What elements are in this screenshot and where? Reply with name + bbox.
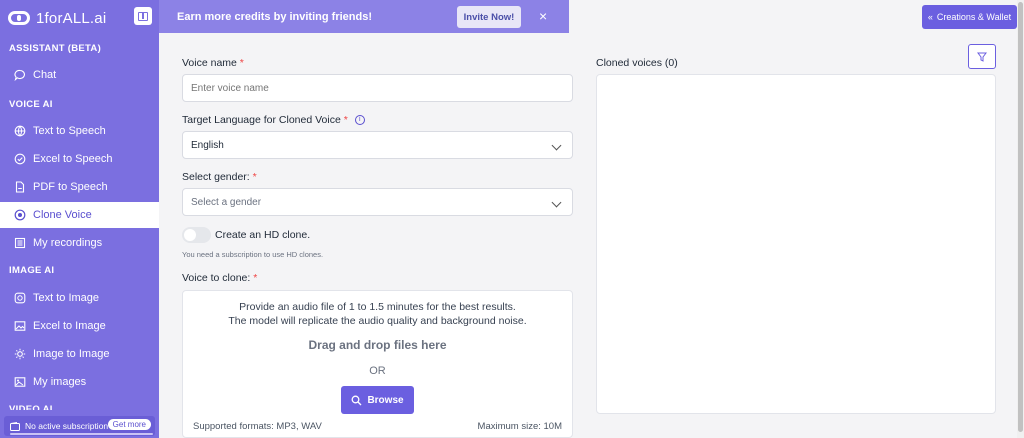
sidebar-item-my-recordings[interactable]: My recordings [0,230,159,256]
invite-banner: Earn more credits by inviting friends! I… [159,0,569,33]
chevrons-left-icon: « [927,12,933,22]
required-marker: * [239,57,244,69]
sidebar-item-label: Text to Image [33,292,100,304]
image-icon [14,321,26,331]
sidebar: 1forALL.ai ASSISTANT (BETA) Chat VOICE A… [0,0,159,438]
creations-wallet-button[interactable]: « Creations & Wallet [922,5,1017,29]
sidebar-item-my-images[interactable]: My images [0,369,159,395]
section-title-image: IMAGE AI [9,265,55,276]
scrollbar-thumb[interactable] [1018,2,1023,432]
filter-icon [977,52,987,62]
gender-label: Select gender: * [182,171,257,183]
panel-icon [138,11,148,21]
cloned-voices-list [596,74,996,414]
info-icon[interactable]: i [354,115,365,126]
sidebar-item-label: Text to Speech [33,125,106,137]
camera-icon [14,292,26,304]
creations-wallet-label: Creations & Wallet [936,12,1012,22]
record-icon [14,209,26,221]
sidebar-item-label: Chat [33,69,57,81]
voice-name-label-text: Voice name [182,57,237,69]
required-marker: * [343,114,348,126]
sidebar-item-label: PDF to Speech [33,181,108,193]
required-marker: * [252,171,257,183]
brand-logo-icon [8,11,30,25]
wallet-icon [10,421,20,431]
brand[interactable]: 1forALL.ai [8,8,106,28]
sidebar-item-label: Image to Image [33,348,110,360]
check-circle-icon [14,153,26,165]
cloned-voices-label: Cloned voices (0) [596,57,678,69]
sidebar-item-label: My images [33,376,87,388]
gender-select[interactable]: Select a gender [182,188,573,216]
sidebar-item-label: Excel to Image [33,320,106,332]
banner-text: Earn more credits by inviting friends! [177,10,372,23]
voice-name-input[interactable] [182,74,573,102]
dropzone-instruction-1: Provide an audio file of 1 to 1.5 minute… [239,301,516,313]
search-icon [351,395,362,405]
chat-icon [14,69,25,81]
sidebar-item-text-to-image[interactable]: Text to Image [0,285,159,311]
sidebar-collapse-button[interactable] [134,7,152,25]
sidebar-item-image-to-image[interactable]: Image to Image [0,341,159,367]
voice-to-clone-label: Voice to clone: * [182,272,257,284]
gender-label-text: Select gender: [182,171,250,183]
sidebar-item-label: Excel to Speech [33,153,113,165]
list-icon [14,237,26,249]
sun-icon [14,348,26,360]
voice-to-clone-label-text: Voice to clone: [182,272,251,284]
brand-name: 1forALL.ai [36,9,107,27]
sidebar-item-pdf-to-speech[interactable]: PDF to Speech [0,174,159,200]
page-scrollbar[interactable] [1017,0,1024,438]
section-title-voice: VOICE AI [9,99,53,110]
invite-now-button[interactable]: Invite Now! [457,6,521,28]
language-label-text: Target Language for Cloned Voice [182,114,341,126]
voice-name-label: Voice name * [182,57,244,69]
language-select-value: English [191,139,224,151]
gallery-icon [14,377,26,387]
filter-button[interactable] [968,44,996,69]
language-select[interactable]: English [182,131,573,159]
browse-label: Browse [367,394,404,406]
maximum-size: Maximum size: 10M [477,421,562,432]
subscription-progress [10,433,153,435]
hd-clone-hint: You need a subscription to use HD clones… [182,250,324,259]
supported-formats: Supported formats: MP3, WAV [193,421,322,432]
sidebar-item-excel-to-image[interactable]: Excel to Image [0,313,159,339]
subscription-bar: No active subscription Get more [4,416,155,436]
section-title-assistant: ASSISTANT (BETA) [9,43,102,54]
sidebar-item-text-to-speech[interactable]: Text to Speech [0,118,159,144]
chevron-down-icon [551,140,562,151]
dropzone-instruction-2: The model will replicate the audio quali… [228,315,527,327]
dropzone-drag-text: Drag and drop files here [308,338,447,352]
get-more-button[interactable]: Get more [107,419,151,430]
hd-clone-toggle[interactable] [182,227,211,243]
browse-button[interactable]: Browse [341,386,414,414]
section-title-video: VIDEO AI [9,404,53,415]
required-marker: * [253,272,258,284]
dropzone-or-text: OR [369,365,386,377]
close-icon[interactable]: × [539,8,547,24]
sidebar-item-label: Clone Voice [33,209,92,221]
gender-select-value: Select a gender [191,196,262,208]
chevron-down-icon [551,197,562,208]
file-dropzone[interactable]: Provide an audio file of 1 to 1.5 minute… [182,290,573,438]
hd-clone-label: Create an HD clone. [215,229,311,241]
language-label: Target Language for Cloned Voice * i [182,114,365,126]
subscription-status: No active subscription [25,421,109,431]
globe-icon [14,125,26,137]
sidebar-item-chat[interactable]: Chat [0,62,159,88]
sidebar-item-label: My recordings [33,237,103,249]
sidebar-item-clone-voice[interactable]: Clone Voice [0,202,159,228]
file-icon [15,181,25,193]
sidebar-item-excel-to-speech[interactable]: Excel to Speech [0,146,159,172]
